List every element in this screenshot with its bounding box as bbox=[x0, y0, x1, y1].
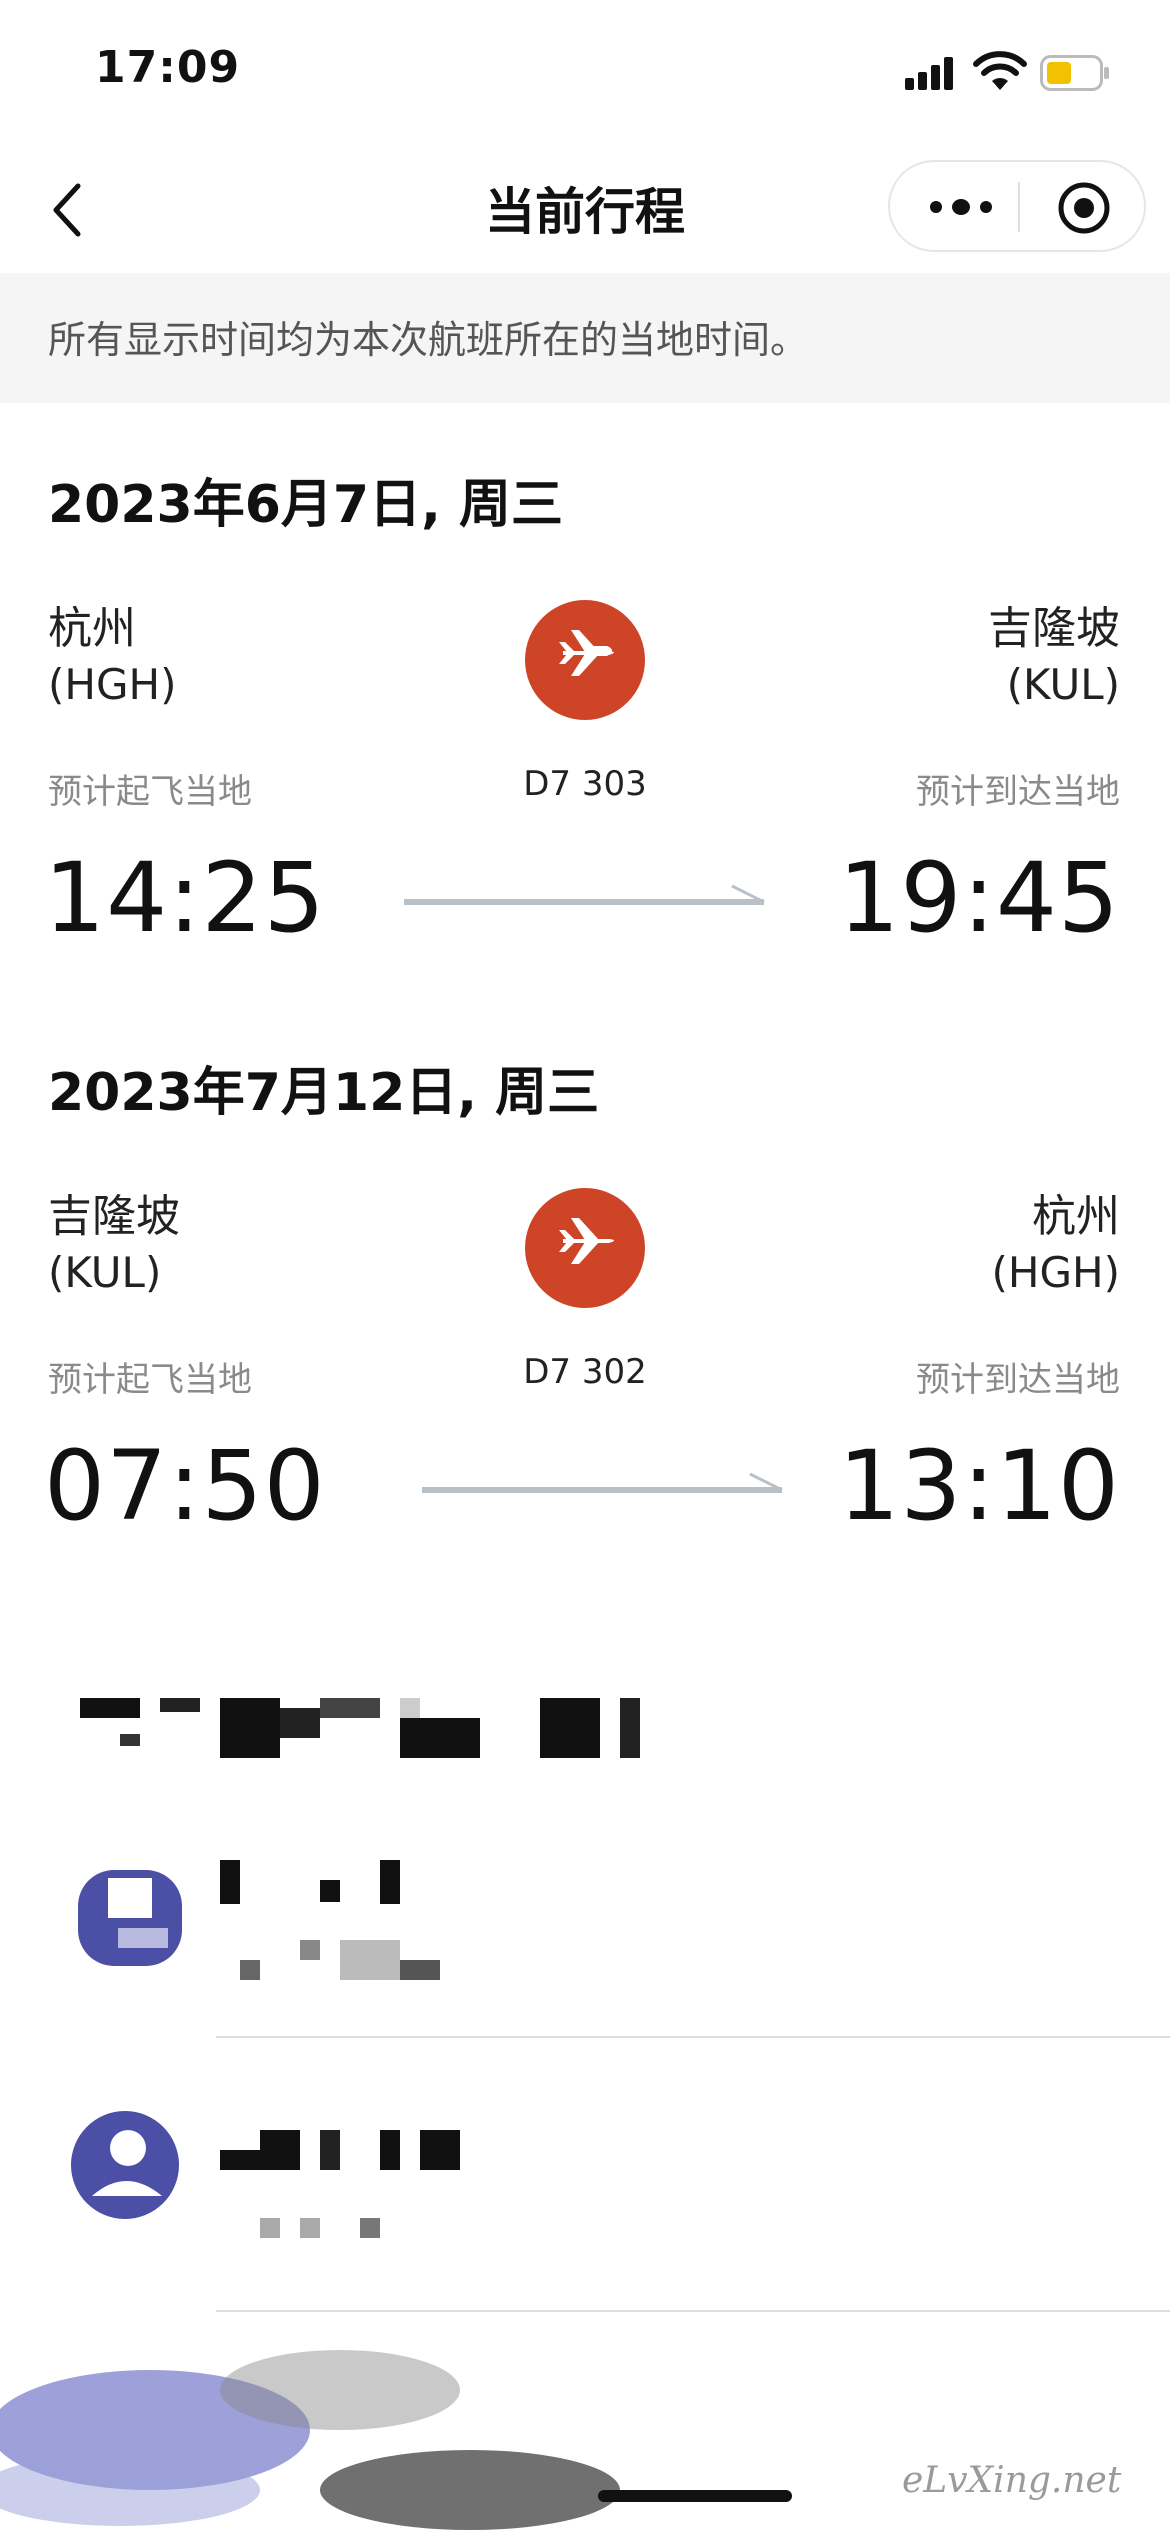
airplane-icon bbox=[525, 600, 645, 720]
airplane-icon bbox=[525, 1188, 645, 1308]
arrive-label: 预计到达当地 bbox=[916, 1360, 1120, 1400]
status-bar: 17:09 bbox=[0, 0, 1170, 140]
watermark: eLvXing.net bbox=[902, 2460, 1122, 2501]
flight-card[interactable]: 2023年6月7日, 周三 杭州 (HGH) 吉隆坡 (KUL) 预计起飞当地 … bbox=[0, 462, 1170, 1022]
home-indicator bbox=[598, 2490, 792, 2502]
flight-card[interactable]: 2023年7月12日, 周三 吉隆坡 (KUL) 杭州 (HGH) 预计起飞当地… bbox=[0, 1050, 1170, 1610]
arrival-city: 杭州 bbox=[1032, 1191, 1120, 1242]
route-arrow-icon bbox=[404, 884, 765, 905]
passenger-row[interactable] bbox=[0, 1830, 1170, 2030]
flight-date: 2023年6月7日, 周三 bbox=[48, 475, 563, 535]
redacted-section-heading bbox=[80, 1698, 640, 1758]
redaction-smudge bbox=[0, 2350, 620, 2530]
arrival-code: (KUL) bbox=[1006, 660, 1120, 709]
avatar-icon bbox=[71, 2111, 179, 2219]
more-icon[interactable] bbox=[926, 188, 996, 226]
arrival-city: 吉隆坡 bbox=[988, 603, 1120, 654]
departure-city: 吉隆坡 bbox=[48, 1191, 180, 1242]
arrival-time: 19:45 bbox=[838, 842, 1120, 954]
list-divider bbox=[216, 2036, 1170, 2038]
navigation-bar: 当前行程 bbox=[0, 140, 1170, 275]
departure-code: (KUL) bbox=[48, 1248, 162, 1297]
arrival-time: 13:10 bbox=[838, 1430, 1120, 1542]
departure-time: 14:25 bbox=[44, 842, 326, 954]
route-arrow-icon bbox=[422, 1472, 783, 1493]
departure-city: 杭州 bbox=[48, 603, 136, 654]
notice-text: 所有显示时间均为本次航班所在的当地时间。 bbox=[48, 318, 809, 362]
capsule-divider bbox=[1018, 182, 1020, 232]
battery-icon bbox=[1040, 55, 1109, 91]
miniprogram-capsule bbox=[888, 160, 1146, 252]
list-divider bbox=[216, 2310, 1170, 2312]
status-time: 17:09 bbox=[95, 42, 241, 93]
cellular-signal-icon bbox=[905, 57, 953, 90]
departure-time: 07:50 bbox=[44, 1430, 326, 1542]
flight-date: 2023年7月12日, 周三 bbox=[48, 1063, 600, 1123]
arrive-label: 预计到达当地 bbox=[916, 772, 1120, 812]
timezone-notice: 所有显示时间均为本次航班所在的当地时间。 bbox=[0, 273, 1170, 403]
passenger-row[interactable] bbox=[0, 2110, 1170, 2310]
arrival-code: (HGH) bbox=[991, 1248, 1120, 1297]
wifi-icon bbox=[973, 51, 1027, 90]
departure-code: (HGH) bbox=[48, 660, 177, 709]
close-target-icon[interactable] bbox=[1056, 180, 1112, 236]
avatar-icon bbox=[78, 1870, 182, 1966]
